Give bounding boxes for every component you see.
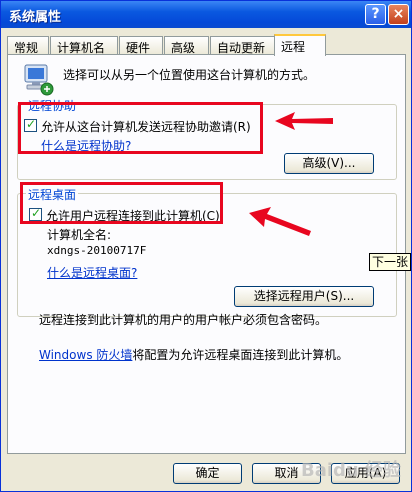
select-remote-users-button[interactable]: 选择远程用户(S)... bbox=[234, 286, 374, 307]
red-arrow-icon bbox=[275, 112, 333, 130]
firewall-note-text: 将配置为允许远程桌面连接到此计算机。 bbox=[132, 348, 349, 362]
desktop-highlight-box bbox=[20, 182, 223, 224]
tab-hardware[interactable]: 硬件 bbox=[119, 36, 163, 55]
what-is-remote-desktop-link[interactable]: 什么是远程桌面? bbox=[47, 264, 137, 281]
intro-text: 选择可以从另一个位置使用这台计算机的方式。 bbox=[63, 68, 316, 82]
close-button[interactable]: × bbox=[388, 4, 409, 25]
red-arrow-icon bbox=[249, 207, 311, 236]
assistance-highlight-box bbox=[18, 102, 263, 154]
tab-remote[interactable]: 远程 bbox=[274, 34, 326, 56]
tab-computer-name[interactable]: 计算机名 bbox=[50, 36, 118, 55]
tab-advanced[interactable]: 高级 bbox=[164, 36, 209, 55]
help-button[interactable]: ? bbox=[365, 4, 386, 25]
ok-button[interactable]: 确定 bbox=[173, 463, 242, 484]
close-icon: × bbox=[392, 6, 405, 22]
watermark: Baidu 经验 bbox=[301, 460, 402, 481]
tab-automatic-updates[interactable]: 自动更新 bbox=[210, 36, 275, 55]
computer-full-name-label: 计算机全名: bbox=[47, 228, 112, 242]
tab-general[interactable]: 常规 bbox=[7, 36, 49, 55]
help-icon: ? bbox=[371, 6, 380, 22]
advanced-button[interactable]: 高级(V)... bbox=[284, 153, 374, 174]
computer-network-icon bbox=[24, 64, 54, 96]
title-bar[interactable]: 系统属性 ? × bbox=[1, 1, 411, 28]
computer-full-name-value: xdngs-20100717F bbox=[47, 244, 147, 257]
password-note: 远程连接到此计算机的用户的用户帐户必须包含密码。 bbox=[39, 313, 328, 327]
windows-firewall-link[interactable]: Windows 防火墙 bbox=[39, 348, 132, 362]
window-title: 系统属性 bbox=[9, 10, 62, 25]
firewall-note: Windows 防火墙将配置为允许远程桌面连接到此计算机。 bbox=[39, 346, 348, 363]
next-image-tooltip[interactable]: 下一张 bbox=[369, 253, 411, 271]
system-properties-window: 系统属性 ? × 常规 计算机名 硬件 高级 自动更新 远程 选择可以从另一个位… bbox=[0, 0, 412, 492]
